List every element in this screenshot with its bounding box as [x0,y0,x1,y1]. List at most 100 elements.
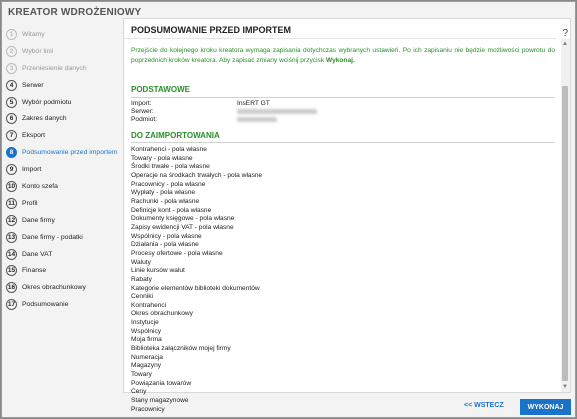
import-list-item: Kontrahenci - pola własne [131,146,207,153]
import-list-item: Magazyny [131,362,162,370]
step-label: Wybór linii [22,47,54,55]
step-label: Podsumowanie [22,301,69,309]
scrollbar-thumb[interactable] [562,86,568,381]
import-list-item: Operacje na środkach trwałych - pola wła… [131,171,263,179]
step-item[interactable]: 4 Serwer [6,77,122,94]
step-item[interactable]: 14 Dane VAT [6,246,122,263]
import-list-item: Towary - pola własne [131,154,193,162]
step-number-icon: 13 [6,231,17,243]
step-number-icon: 9 [6,164,17,176]
import-list-item: Wspólnicy [131,327,162,335]
import-list-item: Powiązania towarów [131,379,192,387]
wizard-window: KREATOR WDROŻENIOWY 1 Witamy 2 Wybór linii 3… [1,1,576,418]
basic-row-subject: Podmiot: [131,116,277,123]
step-label: Konto szefa [22,182,58,190]
step-item[interactable]: 15 Finanse [6,262,122,279]
step-item[interactable]: 10 Konto szefa [6,178,122,195]
import-list-item: Kontrahenci [131,301,167,309]
step-number-icon: 8 [6,147,17,159]
import-list-item: Waluty [131,258,151,266]
step-number-icon: 11 [6,197,17,209]
import-list-item: Kategorie elementów biblioteki dokumentó… [131,284,260,292]
step-item[interactable]: 1 Witamy [6,26,122,43]
step-item[interactable]: 11 Profil [6,195,122,212]
step-label: Dane VAT [22,250,53,258]
step-number-icon: 5 [6,96,17,108]
scroll-down-icon[interactable]: ▼ [562,384,568,390]
section-basic-divider [131,97,555,98]
basic-key: Podmiot: [131,116,158,123]
step-item[interactable]: 2 Wybór linii [6,43,122,60]
basic-key: Serwer: [131,108,154,115]
back-button[interactable]: << WSTECZ [464,402,504,409]
step-label: Podsumowanie przed importem [22,149,118,157]
step-number-icon: 10 [6,180,17,192]
step-label: Dane firmy [22,216,55,224]
basic-key: Import: [131,100,152,107]
help-icon[interactable]: ? [562,28,568,39]
import-list-item: Okres obrachunkowy [131,310,193,318]
import-list-item: Rabaty [131,275,152,283]
step-number-icon: 1 [6,28,17,40]
step-item[interactable]: 16 Okres obrachunkowy [6,279,122,296]
step-label: Profil [22,199,38,207]
import-list-item: Zapisy ewidencji VAT - pola własne [131,223,234,231]
redacted-value [237,116,277,123]
step-label: Import [22,166,42,174]
step-item[interactable]: 5 Wybór podmiotu [6,94,122,111]
step-number-icon: 6 [6,113,17,125]
step-label: Zakres danych [22,115,67,123]
step-number-icon: 14 [6,248,17,260]
import-list-item: Rachunki - pola własne [131,197,200,205]
basic-row-server: Serwer: [131,108,317,115]
import-list-item: Dokumenty księgowe - pola własne [131,215,235,223]
app-title: KREATOR WDROŻENIOWY [8,7,142,18]
info-text-bold: Wykonaj. [325,56,355,64]
footer: << WSTECZ WYKONAJ [2,395,577,419]
import-list-item: Numeracja [131,353,163,361]
step-number-icon: 3 [6,62,17,74]
import-list-item: Środki trwałe - pola własne [131,163,210,171]
scroll-up-icon[interactable]: ▲ [562,41,568,47]
step-item[interactable]: 6 Zakres danych [6,110,122,127]
execute-button[interactable]: WYKONAJ [520,399,571,415]
scrollbar[interactable]: ▲ ▼ [561,39,570,392]
section-import-divider [131,142,555,143]
step-label: Eksport [22,132,46,140]
step-label: Finanse [22,267,47,275]
basic-row-import: Import: InsERT GT [131,100,270,107]
step-item[interactable]: 8 Podsumowanie przed importem [6,144,122,161]
import-list-item: Instytucje [131,319,159,327]
section-basic-title: PODSTAWOWE [131,85,190,94]
import-list-item: Procesy ofertowe - pola własne [131,249,223,257]
step-number-icon: 15 [6,265,17,277]
import-list-item: Moja firma [131,336,162,344]
step-number-icon: 17 [6,299,17,311]
step-item[interactable]: 9 Import [6,161,122,178]
step-label: Przeniesienie danych [22,64,87,72]
redacted-value [237,108,317,115]
steps-sidebar: 1 Witamy 2 Wybór linii 3 Przeniesienie danych… [6,26,122,313]
import-list-item: Cenniki [131,293,153,301]
step-item[interactable]: 7 Eksport [6,127,122,144]
section-import-title: DO ZAIMPORTOWANIA [131,131,220,140]
step-label: Witamy [22,30,45,38]
basic-value: InsERT GT [237,100,270,107]
info-text: Przejście do kolejnego kroku kreatora wy… [131,46,555,65]
step-number-icon: 12 [6,214,17,226]
import-list: Kontrahenci - pola własne Towary - pola w… [131,146,551,414]
step-item[interactable]: 12 Dane firmy [6,212,122,229]
import-list-item: Pracownicy - pola własne [131,180,206,188]
step-label: Wybór podmiotu [22,98,72,106]
main-panel: PODSUMOWANIE PRZED IMPORTEM ? Przejście … [123,18,571,413]
step-number-icon: 4 [6,79,17,91]
import-list-item: Wspólnicy - pola własne [131,232,202,240]
step-number-icon: 16 [6,282,17,294]
step-item[interactable]: 17 Podsumowanie [6,296,122,313]
step-item[interactable]: 13 Dane firmy - podatki [6,229,122,246]
import-list-item: Biblioteka załączników mojej firmy [131,345,231,353]
import-list-item: Definicje kont - pola własne [131,206,212,214]
step-number-icon: 2 [6,45,17,57]
step-item[interactable]: 3 Przeniesienie danych [6,60,122,77]
page-title: PODSUMOWANIE PRZED IMPORTEM [131,25,292,35]
